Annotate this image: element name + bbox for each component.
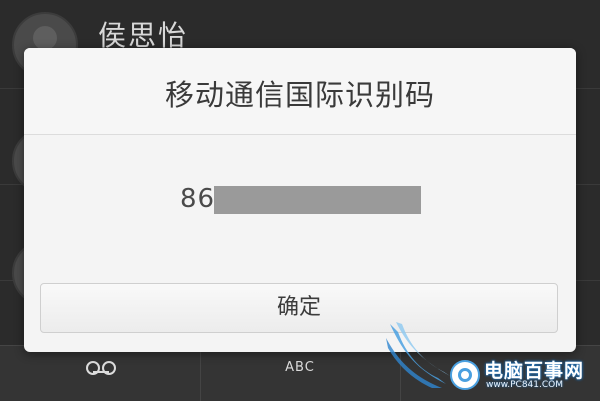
voicemail-icon	[86, 361, 116, 375]
watermark-url: www.PC841.COM	[486, 380, 564, 390]
wing-icon	[386, 322, 450, 388]
imei-visible-digits: 86	[180, 184, 216, 214]
watermark-brand: 电脑百事网	[484, 360, 585, 382]
dialog-title: 移动通信国际识别码	[164, 78, 435, 112]
dialpad-key-letters: ABC	[285, 360, 315, 375]
imei-dialog: 移动通信国际识别码 86 确定	[24, 48, 576, 352]
dialpad-key-voicemail[interactable]	[0, 346, 201, 401]
dialog-header: 移动通信国际识别码	[24, 48, 576, 135]
dialpad-key-2[interactable]: ABC	[200, 346, 401, 401]
imei-redaction-box	[214, 186, 421, 214]
watermark-badge-icon	[450, 360, 480, 390]
watermark-logo: 电脑百事网 www.PC841.COM	[380, 318, 600, 400]
